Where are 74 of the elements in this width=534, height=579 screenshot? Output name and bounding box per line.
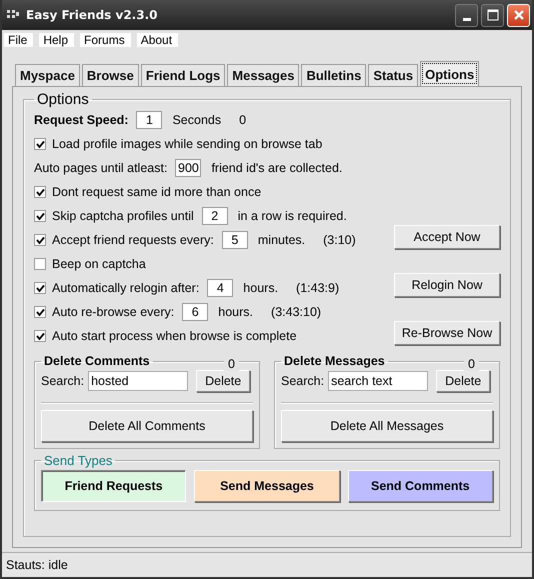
checkbox[interactable] (34, 186, 46, 198)
timer-readout: (3:10) (323, 233, 356, 247)
unit-label: hours. (243, 281, 278, 295)
checkbox-label[interactable]: Auto re-browse every: (52, 305, 174, 319)
number-field[interactable]: 4 (207, 279, 234, 297)
timer-readout: (3:43:10) (271, 305, 322, 319)
unit-label: Seconds (172, 113, 222, 127)
minimize-icon (462, 18, 470, 20)
unit-label: hours. (218, 305, 254, 319)
unit-label: friend id's are collected. (211, 161, 342, 175)
number-field[interactable]: 2 (202, 207, 228, 225)
number-field[interactable]: 5 (222, 231, 248, 249)
group-title: Delete Comments (44, 354, 150, 368)
window-title: Easy Friends v2.3.0 (26, 8, 158, 22)
close-icon (512, 9, 524, 21)
search-label: Search: (281, 374, 324, 388)
checkbox[interactable] (34, 138, 46, 150)
timer-readout: 0 (239, 113, 246, 127)
tab[interactable]: Options (420, 61, 480, 86)
menu-item[interactable]: Forums (80, 33, 131, 47)
status-text: Stauts: idle (6, 558, 68, 572)
search-field[interactable]: hosted (88, 371, 188, 391)
timer-readout: (1:43:9) (296, 281, 340, 295)
tab[interactable]: Status (368, 64, 418, 86)
checkbox[interactable] (34, 330, 46, 342)
unit-label: minutes. (258, 233, 306, 247)
group-title: Delete Messages (284, 354, 385, 368)
checkbox-label[interactable]: Auto start process when browse is complete (52, 329, 297, 343)
checkbox-label[interactable]: Beep on captcha (52, 257, 146, 271)
delete-all-button[interactable]: Delete All Comments (41, 410, 253, 442)
close-button[interactable] (507, 4, 530, 26)
search-field[interactable]: search text (328, 371, 428, 391)
checkbox-label[interactable]: Accept friend requests every: (52, 233, 214, 247)
delete-all-button[interactable]: Delete All Messages (281, 410, 493, 442)
number-field[interactable]: 1 (136, 111, 162, 129)
tab[interactable]: Bulletins (301, 64, 366, 86)
menu-item[interactable]: Help (39, 33, 74, 47)
number-field[interactable]: 6 (182, 303, 208, 321)
count-label: 0 (464, 357, 479, 371)
tab[interactable]: Myspace (15, 64, 80, 86)
option-label: Auto pages until atleast: (34, 161, 168, 175)
menu-item[interactable]: File (4, 33, 34, 47)
checkbox-label[interactable]: Automatically relogin after: (52, 281, 200, 295)
group-title: Options (36, 91, 90, 108)
action-button[interactable]: Re-Browse Now (394, 321, 500, 345)
tab[interactable]: Friend Logs (140, 64, 226, 86)
checkbox-label[interactable]: Load profile images while sending on browse tab (52, 137, 322, 151)
minimize-button[interactable] (455, 4, 478, 26)
maximize-button[interactable] (481, 4, 504, 26)
checkbox[interactable] (34, 258, 46, 270)
tab[interactable]: Browse (82, 64, 139, 86)
count-label: 0 (224, 357, 239, 371)
checkbox[interactable] (34, 282, 46, 294)
tab[interactable]: Messages (227, 64, 300, 86)
search-label: Search: (41, 374, 84, 388)
send-type-button[interactable]: Send Messages (194, 470, 340, 502)
maximize-icon (486, 9, 498, 21)
checkbox-label[interactable]: Dont request same id more than once (52, 185, 262, 199)
action-button[interactable]: Accept Now (394, 225, 500, 249)
menu-item[interactable]: About (136, 33, 178, 47)
option-label: Request Speed: (34, 113, 128, 127)
checkbox-label[interactable]: Skip captcha profiles until (52, 209, 194, 223)
checkbox[interactable] (34, 234, 46, 246)
unit-label: in a row is required. (238, 209, 347, 223)
send-type-button[interactable]: Send Comments (348, 470, 493, 502)
app-icon (6, 9, 20, 21)
number-field[interactable]: 900 (175, 159, 202, 177)
action-button[interactable]: Relogin Now (394, 273, 500, 297)
group-title: Send Types (43, 453, 114, 468)
delete-button[interactable]: Delete (196, 370, 250, 392)
checkbox[interactable] (34, 210, 46, 222)
checkbox[interactable] (34, 306, 46, 318)
delete-button[interactable]: Delete (436, 370, 490, 392)
send-type-button[interactable]: Friend Requests (41, 470, 186, 502)
